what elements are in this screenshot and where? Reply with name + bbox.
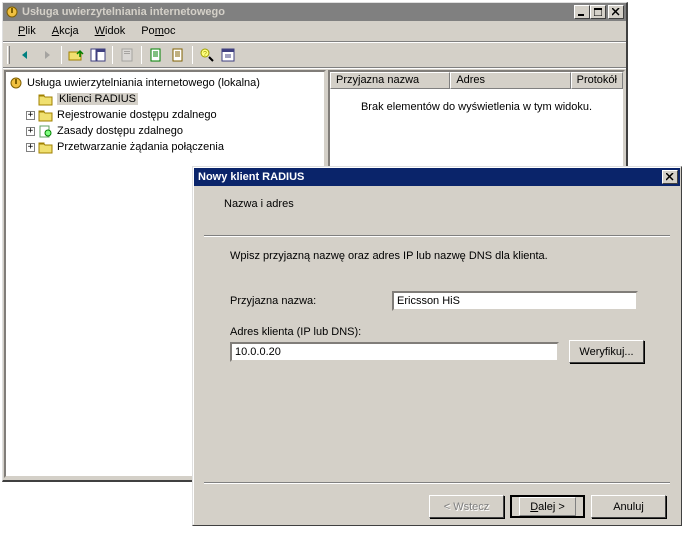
friendly-name-label: Przyjazna nazwa: xyxy=(230,295,392,307)
menu-action[interactable]: Akcja xyxy=(45,23,86,39)
show-hide-tree-button[interactable] xyxy=(87,44,109,66)
back-button[interactable] xyxy=(14,44,36,66)
export-list-button[interactable] xyxy=(167,44,189,66)
address-label: Adres klienta (IP lub DNS): xyxy=(230,326,644,338)
help-button[interactable]: ? xyxy=(196,44,218,66)
dialog-header: Nazwa i adres xyxy=(204,192,670,236)
app-icon xyxy=(5,5,19,19)
service-icon xyxy=(8,76,24,90)
column-address[interactable]: Adres xyxy=(450,72,570,89)
cancel-button[interactable]: Anuluj xyxy=(591,495,666,518)
tree-item-label: Klienci RADIUS xyxy=(57,93,138,105)
properties-button[interactable] xyxy=(116,44,138,66)
dialog-window: Nowy klient RADIUS Nazwa i adres Wpisz p… xyxy=(192,166,682,526)
policy-icon xyxy=(38,124,54,138)
folder-icon xyxy=(38,92,54,106)
tree-item-logging[interactable]: + Rejestrowanie dostępu zdalnego xyxy=(8,107,322,123)
dialog-body: Nazwa i adres Wpisz przyjazną nazwę oraz… xyxy=(194,192,680,530)
column-friendly-name[interactable]: Przyjazna nazwa xyxy=(330,72,450,89)
tree-toggle[interactable]: + xyxy=(26,127,35,136)
close-button[interactable] xyxy=(608,5,624,19)
minimize-button[interactable] xyxy=(574,5,590,19)
menu-file[interactable]: Plik xyxy=(11,23,43,39)
maximize-button[interactable] xyxy=(590,5,606,19)
tree-toggle[interactable]: + xyxy=(26,143,35,152)
tree-toggle[interactable]: + xyxy=(26,111,35,120)
main-titlebar: Usługa uwierzytelniania internetowego xyxy=(3,3,626,21)
toolbar-grip xyxy=(7,46,10,64)
dialog-title: Nowy klient RADIUS xyxy=(196,171,662,183)
tree-item-label: Zasady dostępu zdalnego xyxy=(57,125,183,137)
main-window-title: Usługa uwierzytelniania internetowego xyxy=(22,6,574,18)
column-protocol[interactable]: Protokół xyxy=(571,72,623,89)
friendly-name-input[interactable] xyxy=(392,291,638,311)
dialog-section-title: Nazwa i adres xyxy=(224,198,294,210)
folder-icon xyxy=(38,140,54,154)
dialog-divider xyxy=(204,482,670,484)
up-button[interactable] xyxy=(65,44,87,66)
tree-root[interactable]: Usługa uwierzytelniania internetowego (l… xyxy=(8,75,322,91)
dialog-titlebar: Nowy klient RADIUS xyxy=(194,168,680,186)
tree-root-label: Usługa uwierzytelniania internetowego (l… xyxy=(27,77,260,89)
tree-item-clients[interactable]: Klienci RADIUS xyxy=(8,91,322,107)
tree-item-request[interactable]: + Przetwarzanie żądania połączenia xyxy=(8,139,322,155)
next-button[interactable]: Dalej > xyxy=(510,495,585,518)
menu-help[interactable]: Pomoc xyxy=(134,23,182,39)
menubar: Plik Akcja Widok Pomoc xyxy=(3,21,626,42)
verify-button[interactable]: Weryfikuj... xyxy=(569,340,644,363)
list-header: Przyjazna nazwa Adres Protokół xyxy=(330,72,623,89)
tree-item-label: Rejestrowanie dostępu zdalnego xyxy=(57,109,217,121)
address-input[interactable] xyxy=(230,342,559,362)
tree-item-label: Przetwarzanie żądania połączenia xyxy=(57,141,224,153)
dialog-instruction: Wpisz przyjazną nazwę oraz adres IP lub … xyxy=(230,250,644,262)
menu-view[interactable]: Widok xyxy=(88,23,133,39)
new-button[interactable] xyxy=(218,44,240,66)
dialog-close-button[interactable] xyxy=(662,170,678,184)
tree-item-policies[interactable]: + Zasady dostępu zdalnego xyxy=(8,123,322,139)
refresh-button[interactable] xyxy=(145,44,167,66)
tree-toggle xyxy=(26,95,35,104)
forward-button[interactable] xyxy=(36,44,58,66)
folder-icon xyxy=(38,108,54,122)
svg-text:?: ? xyxy=(203,51,207,58)
back-button: < Wstecz xyxy=(429,495,504,518)
toolbar: ? xyxy=(3,42,626,68)
